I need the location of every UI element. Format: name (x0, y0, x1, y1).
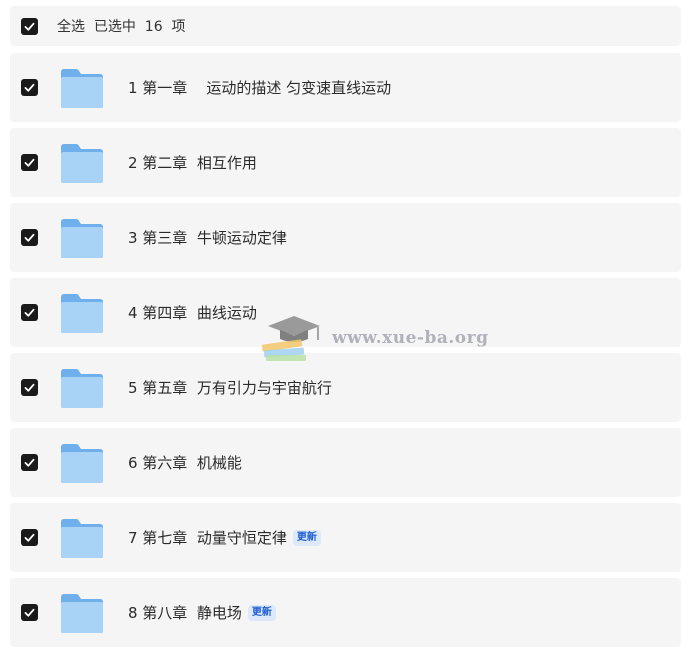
checkmark-icon (24, 158, 35, 167)
folder-icon (59, 516, 105, 560)
watermark: www.xue-ba.org (258, 312, 488, 364)
select-all-bar: 全选 已选中 16 项 (10, 6, 681, 46)
row-checkbox[interactable] (21, 604, 38, 621)
row-checkbox[interactable] (21, 154, 38, 171)
folder-row-3[interactable]: 3 第三章 牛顿运动定律 (10, 203, 681, 272)
checkmark-icon (24, 458, 35, 467)
folder-title: 4 第四章 曲线运动 (128, 304, 257, 322)
checkmark-icon (24, 83, 35, 92)
row-checkbox[interactable] (21, 454, 38, 471)
folder-icon (59, 366, 105, 410)
select-all-checkbox[interactable] (21, 17, 38, 35)
folder-icon (59, 591, 105, 635)
folder-icon (59, 141, 105, 185)
checkmark-icon (24, 608, 35, 617)
checkmark-icon (24, 533, 35, 542)
folder-icon (59, 66, 105, 110)
checkmark-icon (24, 308, 35, 317)
checkmark-icon (24, 383, 35, 392)
folder-title: 1 第一章 运动的描述 匀变速直线运动 (128, 79, 392, 97)
folder-title: 2 第二章 相互作用 (128, 154, 257, 172)
row-checkbox[interactable] (21, 379, 38, 396)
checkmark-icon (24, 233, 35, 242)
row-checkbox[interactable] (21, 79, 38, 96)
row-checkbox[interactable] (21, 529, 38, 546)
row-checkbox[interactable] (21, 304, 38, 321)
folder-title: 5 第五章 万有引力与宇宙航行 (128, 379, 332, 397)
folder-icon (59, 441, 105, 485)
folder-row-6[interactable]: 6 第六章 机械能 (10, 428, 681, 497)
folder-title: 6 第六章 机械能 (128, 454, 242, 472)
folder-title: 3 第三章 牛顿运动定律 (128, 229, 287, 247)
folder-row-1[interactable]: 1 第一章 运动的描述 匀变速直线运动 (10, 53, 681, 122)
folder-row-7[interactable]: 7 第七章 动量守恒定律 更新 (10, 503, 681, 572)
select-all-label: 全选 已选中 16 项 (57, 19, 186, 35)
checkmark-icon (24, 22, 35, 31)
graduation-cap-books-icon (261, 316, 320, 361)
folder-icon (59, 216, 105, 260)
row-checkbox[interactable] (21, 229, 38, 246)
folder-title: 8 第八章 静电场 (128, 604, 242, 622)
folder-row-2[interactable]: 2 第二章 相互作用 (10, 128, 681, 197)
update-badge: 更新 (247, 604, 276, 621)
folder-row-8[interactable]: 8 第八章 静电场 更新 (10, 578, 681, 647)
watermark-text: www.xue-ba.org (332, 328, 489, 348)
folder-title: 7 第七章 动量守恒定律 (128, 529, 287, 547)
update-badge: 更新 (292, 529, 321, 546)
folder-icon (59, 291, 105, 335)
